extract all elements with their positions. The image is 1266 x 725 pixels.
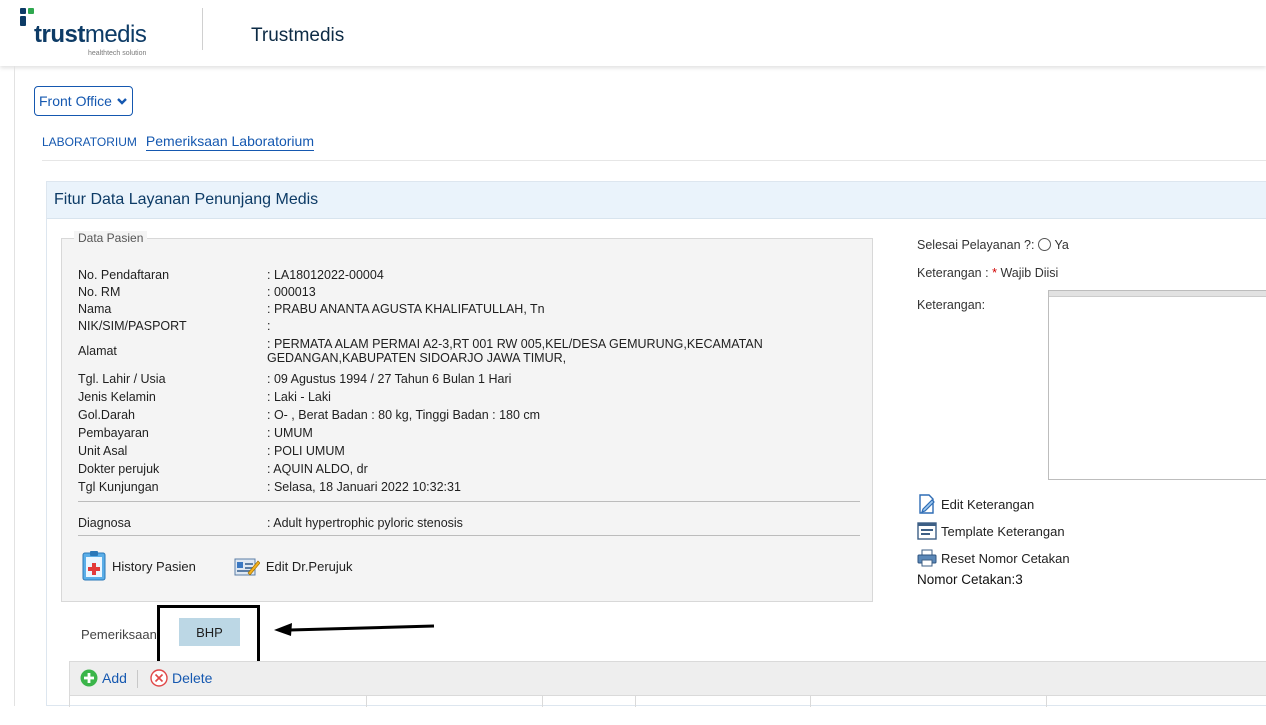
selesai-label: Selesai Pelayanan ?:	[917, 238, 1035, 252]
detail-tabs: Pemeriksaan BHP	[47, 605, 1266, 667]
edit-document-icon	[919, 494, 935, 514]
trustmedis-logo[interactable]: trustmedis healthtech solution	[14, 6, 174, 62]
diagnosa-row: Diagnosa: Adult hypertrophic pyloric ste…	[78, 516, 463, 530]
table-column	[811, 696, 1048, 707]
printer-icon	[917, 549, 937, 567]
patient-row: Pembayaran: UMUM	[78, 426, 313, 440]
keterangan-label: Keterangan:	[917, 298, 986, 312]
history-pasien-label: History Pasien	[112, 558, 196, 574]
edit-perujuk-button[interactable]: Edit Dr.Perujuk	[234, 555, 353, 577]
service-panel: Fitur Data Layanan Penunjang Medis Data …	[46, 181, 1266, 707]
patient-row: Alamat: PERMATA ALAM PERMAI A2-3,RT 001 …	[78, 337, 763, 365]
table-column	[543, 696, 636, 707]
selesai-radio[interactable]	[1038, 238, 1052, 251]
textarea-toolbar	[1049, 291, 1266, 297]
breadcrumb-laboratorium[interactable]: LABORATORIUM	[42, 135, 137, 149]
breadcrumb-pemeriksaan[interactable]: Pemeriksaan Laboratorium	[145, 133, 314, 151]
template-keterangan-label: Template Keterangan	[941, 523, 1065, 539]
delete-button[interactable]: Delete	[150, 669, 212, 687]
patient-data-legend: Data Pasien	[74, 231, 148, 245]
patient-actions: History Pasien Edit Dr.Perujuk	[82, 551, 353, 581]
patient-row: Nama: PRABU ANANTA AGUSTA KHALIFATULLAH,…	[78, 302, 545, 316]
module-select-label: Front Office	[39, 93, 112, 109]
patient-row: NIK/SIM/PASPORT:	[78, 319, 271, 333]
logo-text: trustmedis	[34, 21, 147, 48]
patient-row: Tgl. Lahir / Usia: 09 Agustus 1994 / 27 …	[78, 372, 512, 386]
item-toolbar: Add Delete	[69, 661, 1266, 696]
edit-card-icon	[234, 558, 260, 576]
template-list-icon	[917, 522, 937, 540]
annotation-arrow-icon	[274, 623, 435, 636]
table-column	[1047, 696, 1266, 707]
patient-row: Unit Asal: POLI UMUM	[78, 444, 345, 458]
main-content: Front Office LABORATORIUM Pemeriksaan La…	[14, 66, 1266, 707]
patient-row: No. RM: 000013	[78, 285, 316, 299]
delete-circle-icon	[150, 669, 168, 687]
patient-row: Dokter perujuk: AQUIN ALDO, dr	[78, 462, 368, 476]
required-star: *	[992, 266, 997, 280]
breadcrumb: LABORATORIUM Pemeriksaan Laboratorium	[42, 133, 314, 151]
reset-nomor-label: Reset Nomor Cetakan	[941, 550, 1070, 566]
logo-tagline: healthtech solution	[88, 50, 147, 57]
history-pasien-button[interactable]: History Pasien	[82, 551, 196, 581]
patient-row: Gol.Darah: O- , Berat Badan : 80 kg, Tin…	[78, 408, 541, 422]
patient-row: No. Pendaftaran: LA18012022-00004	[78, 268, 384, 282]
add-label: Add	[102, 670, 127, 686]
app-title: Trustmedis	[251, 25, 345, 46]
item-table-header	[69, 696, 1266, 707]
header-divider	[202, 8, 203, 50]
breadcrumb-divider	[42, 160, 1266, 161]
keterangan-required-note: Keterangan : * Wajib Diisi	[917, 266, 1059, 280]
chevron-down-icon	[117, 98, 127, 105]
patient-separator	[78, 501, 860, 502]
tab-pemeriksaan[interactable]: Pemeriksaan	[81, 627, 157, 642]
edit-keterangan-button[interactable]: Edit Keterangan	[917, 494, 1034, 514]
template-keterangan-button[interactable]: Template Keterangan	[917, 522, 1065, 540]
selesai-option-label: Ya	[1054, 238, 1069, 252]
table-column	[367, 696, 543, 707]
patient-row: Jenis Kelamin: Laki - Laki	[78, 390, 331, 404]
keterangan-textarea[interactable]	[1048, 290, 1266, 480]
plus-circle-icon	[80, 669, 98, 687]
app-header: trustmedis healthtech solution Trustmedi…	[0, 0, 1266, 66]
edit-keterangan-label: Edit Keterangan	[941, 496, 1035, 512]
diagnosa-separator	[78, 535, 860, 536]
history-record-icon	[82, 551, 106, 581]
toolbar-divider	[137, 670, 138, 688]
reset-nomor-button[interactable]: Reset Nomor Cetakan	[917, 549, 1070, 567]
patient-row: Tgl Kunjungan: Selasa, 18 Januari 2022 1…	[78, 480, 461, 494]
delete-label: Delete	[172, 670, 213, 686]
selesai-pelayanan: Selesai Pelayanan ?: Ya	[917, 238, 1069, 252]
add-button[interactable]: Add	[80, 669, 127, 687]
panel-title: Fitur Data Layanan Penunjang Medis	[54, 191, 319, 208]
nomor-cetakan: Nomor Cetakan:3	[917, 572, 1023, 587]
annotation-highlight-box	[157, 605, 260, 667]
table-column	[636, 696, 812, 707]
panel-header: Fitur Data Layanan Penunjang Medis	[47, 182, 1266, 219]
edit-perujuk-label: Edit Dr.Perujuk	[265, 558, 353, 574]
module-select[interactable]: Front Office	[34, 86, 133, 116]
patient-data-fieldset: Data Pasien No. Pendaftaran: LA18012022-…	[61, 231, 873, 602]
table-column	[70, 696, 367, 707]
